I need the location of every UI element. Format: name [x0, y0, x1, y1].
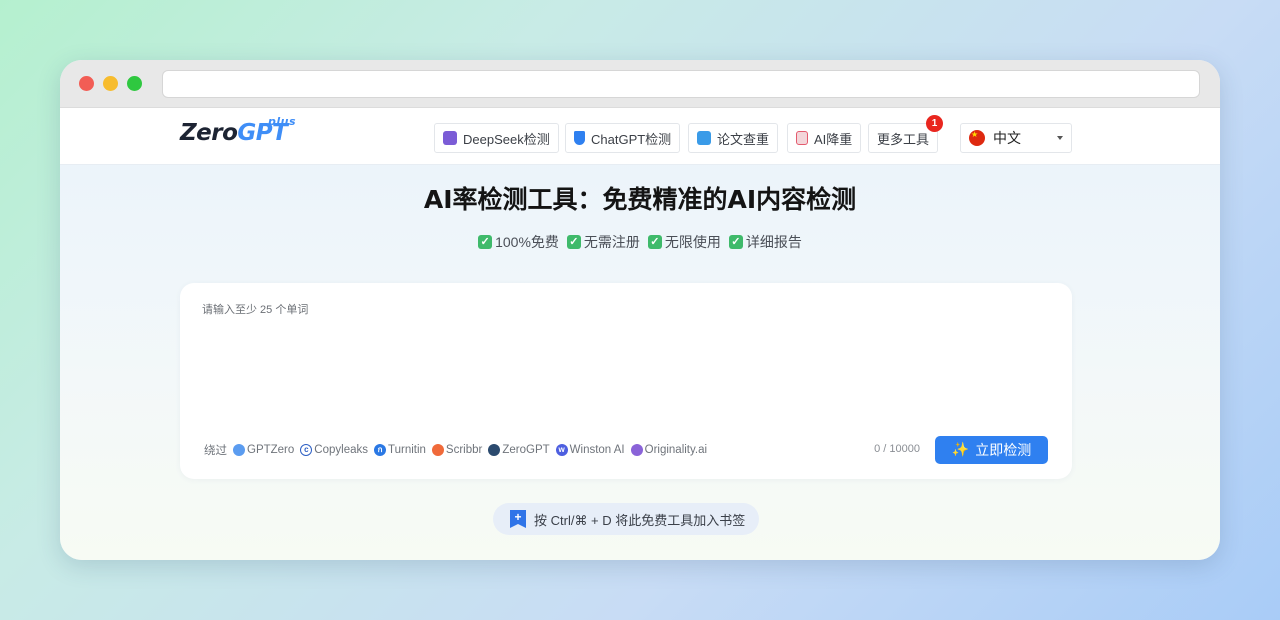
nav-chatgpt-label: ChatGPT检测 — [591, 131, 672, 147]
language-label: 中文 — [993, 130, 1021, 146]
minimize-window-button[interactable] — [103, 76, 118, 91]
detect-button-label: 立即检测 — [975, 443, 1032, 459]
bookmark-icon: + — [510, 510, 526, 528]
nav-deepseek-label: DeepSeek检测 — [463, 131, 550, 147]
originality-icon — [630, 444, 643, 456]
feature-label: 无需注册 — [583, 234, 640, 250]
zerogpt-icon — [488, 444, 501, 456]
bypass-tool-winston: w Winston AI — [555, 444, 625, 456]
bypass-tool-turnitin: ก Turnitin — [374, 444, 426, 456]
page-title: AI率检测工具：免费精准的AI内容检测 — [423, 185, 857, 214]
checkmark-icon: ✓ — [478, 235, 493, 249]
bypass-tool-name: Winston AI — [569, 444, 625, 456]
language-select[interactable]: 中文 — [960, 123, 1072, 153]
bookmark-hint: + 按 Ctrl/⌘ + D 将此免费工具加入书签 — [493, 503, 759, 535]
feature-item: ✓ 详细报告 — [728, 232, 802, 252]
deepseek-robot-icon — [443, 131, 457, 145]
close-window-button[interactable] — [79, 76, 94, 91]
browser-titlebar — [60, 60, 1220, 108]
bookmark-hint-text: 按 Ctrl/⌘ + D 将此免费工具加入书签 — [534, 512, 746, 528]
bypass-tool-name: Scribbr — [445, 444, 483, 456]
text-input[interactable] — [202, 301, 1048, 421]
nav-chatgpt-detect[interactable]: ChatGPT检测 — [565, 123, 681, 153]
document-edit-icon — [796, 131, 808, 145]
page-content: ZeroGPT plus DeepSeek检测 ChatGPT检测 论文查重 A… — [60, 108, 1220, 560]
bypass-tool-originality: Originality.ai — [630, 444, 708, 456]
checkmark-icon: ✓ — [647, 235, 662, 249]
feature-item: ✓ 100%免费 — [478, 232, 559, 252]
nav-ai-rewrite-label: AI降重 — [814, 131, 853, 147]
bypass-tools: 绕过 GPTZero c Copyleaks ก Turnitin Scribbr … — [204, 442, 707, 458]
checkmark-icon: ✓ — [728, 235, 743, 249]
winston-icon: w — [555, 444, 568, 456]
shield-icon — [574, 131, 585, 145]
scribbr-icon — [431, 444, 444, 456]
sparkles-icon: ✨ — [951, 442, 970, 458]
feature-label: 100%免费 — [495, 234, 559, 250]
zerogpt-logo[interactable]: ZeroGPT plus — [180, 115, 296, 154]
detect-now-button[interactable]: ✨ 立即检测 — [935, 436, 1048, 464]
bypass-tool-name: Turnitin — [388, 444, 426, 456]
copyleaks-icon: c — [300, 444, 313, 456]
nav-more-tools[interactable]: 更多工具 1 — [868, 115, 944, 153]
nav-plagiarism-check[interactable]: 论文查重 — [688, 123, 779, 153]
bypass-tool-name: ZeroGPT — [502, 444, 550, 456]
nav-more-tools-label: 更多工具 — [877, 131, 930, 147]
nav-ai-rewrite[interactable]: AI降重 — [787, 123, 862, 153]
notification-badge: 1 — [926, 115, 944, 132]
feature-label: 无限使用 — [664, 234, 721, 250]
bypass-tool-gptzero: GPTZero — [233, 444, 294, 456]
address-bar[interactable] — [162, 70, 1200, 98]
checkmark-icon: ✓ — [566, 235, 581, 249]
chevron-down-icon — [1057, 136, 1063, 140]
logo-plus-text: plus — [268, 115, 297, 128]
bypass-tool-scribbr: Scribbr — [431, 444, 483, 456]
refresh-icon — [697, 131, 711, 145]
feature-list: ✓ 100%免费 ✓ 无需注册 ✓ 无限使用 ✓ 详细报告 — [60, 232, 1220, 252]
feature-label: 详细报告 — [745, 234, 802, 250]
bypass-tool-copyleaks: c Copyleaks — [300, 444, 368, 456]
china-flag-icon — [969, 130, 985, 146]
bypass-tool-name: Originality.ai — [644, 444, 708, 456]
browser-window: ZeroGPT plus DeepSeek检测 ChatGPT检测 论文查重 A… — [60, 60, 1220, 560]
feature-item: ✓ 无需注册 — [566, 232, 640, 252]
feature-item: ✓ 无限使用 — [647, 232, 721, 252]
gptzero-icon — [233, 444, 245, 456]
top-navbar: ZeroGPT plus DeepSeek检测 ChatGPT检测 论文查重 A… — [60, 108, 1220, 165]
word-counter: 0 / 10000 — [874, 443, 920, 455]
bypass-label: 绕过 — [204, 445, 227, 457]
bypass-tool-zerogpt: ZeroGPT — [488, 444, 550, 456]
bypass-tool-name: Copyleaks — [314, 444, 368, 456]
nav-deepseek-detect[interactable]: DeepSeek检测 — [434, 123, 559, 153]
maximize-window-button[interactable] — [127, 76, 142, 91]
detector-card: 绕过 GPTZero cCopyleaks กTurnitin Scribbr … — [180, 283, 1072, 479]
turnitin-icon: ก — [374, 444, 386, 456]
logo-zero-text: Zero — [180, 120, 238, 146]
nav-plagiarism-label: 论文查重 — [717, 131, 770, 147]
bypass-tool-name: GPTZero — [247, 444, 295, 456]
